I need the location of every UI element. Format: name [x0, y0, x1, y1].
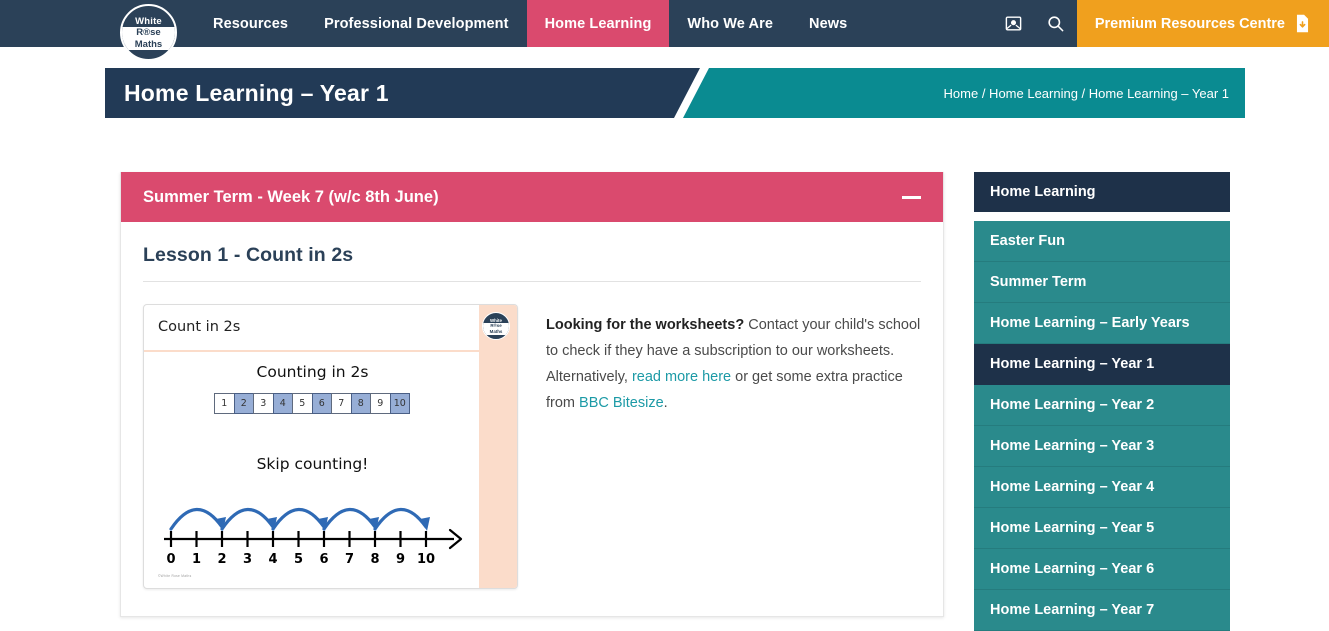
svg-text:2: 2 — [217, 552, 226, 563]
mail-icon[interactable] — [993, 0, 1035, 47]
logo-line-3: Maths — [122, 38, 175, 50]
sidebar-menu: Easter Fun Summer Term Home Learning – Ear… — [974, 221, 1230, 631]
worksheets-info-text: Looking for the worksheets? Contact your… — [546, 304, 921, 589]
sidebar: Home Learning Easter Fun Summer Term Home … — [974, 172, 1230, 631]
divider — [143, 281, 921, 282]
accordion-title: Summer Term - Week 7 (w/c 8th June) — [143, 187, 439, 206]
nav-items: Resources Professional Development Home … — [195, 0, 865, 47]
logo-line-2: R®se — [122, 26, 175, 39]
svg-text:3: 3 — [243, 552, 252, 563]
sidebar-item-home-learning-year-7[interactable]: Home Learning – Year 7 — [974, 590, 1230, 631]
premium-button-label: Premium Resources Centre — [1094, 15, 1285, 32]
slide-heading-skip-counting: Skip counting! — [256, 455, 369, 473]
nav-item-news[interactable]: News — [791, 0, 865, 47]
logo-line-1: White — [135, 15, 162, 27]
accordion-body: Lesson 1 - Count in 2s Count in 2s White… — [121, 222, 943, 589]
lesson-row: Count in 2s White R®se Maths Counting in… — [143, 304, 921, 589]
svg-text:5: 5 — [294, 552, 303, 563]
search-icon[interactable] — [1035, 0, 1077, 47]
nav-item-professional-development[interactable]: Professional Development — [306, 0, 527, 47]
sidebar-item-easter-fun[interactable]: Easter Fun — [974, 221, 1230, 262]
worksheets-text-3: . — [663, 395, 668, 411]
accordion-header[interactable]: Summer Term - Week 7 (w/c 8th June) — [121, 172, 943, 222]
minus-icon[interactable] — [902, 195, 921, 199]
nav-right-actions: Premium Resources Centre — [993, 0, 1329, 47]
sidebar-item-home-learning-year-6[interactable]: Home Learning – Year 6 — [974, 549, 1230, 590]
sidebar-item-home-learning-early-years[interactable]: Home Learning – Early Years — [974, 303, 1230, 344]
slide-title: Count in 2s — [158, 319, 241, 335]
slide-side-stripe — [479, 305, 517, 588]
sidebar-item-home-learning-year-3[interactable]: Home Learning – Year 3 — [974, 426, 1230, 467]
nav-item-who-we-are[interactable]: Who We Are — [669, 0, 791, 47]
bbc-bitesize-link[interactable]: BBC Bitesize — [579, 395, 664, 411]
svg-text:8: 8 — [370, 552, 379, 563]
sidebar-item-summer-term[interactable]: Summer Term — [974, 262, 1230, 303]
svg-text:4: 4 — [268, 552, 277, 563]
svg-text:7: 7 — [345, 552, 354, 563]
breadcrumb-container: Home / Home Learning / Home Learning – Y… — [683, 68, 1245, 118]
slide-title-rule — [144, 350, 481, 352]
number-cell: 5 — [292, 393, 313, 414]
slide-white-rose-logo: White R®se Maths — [482, 312, 510, 340]
slide-watermark: ©White Rose Maths — [158, 574, 192, 578]
svg-text:6: 6 — [319, 552, 328, 563]
svg-text:0: 0 — [166, 552, 175, 563]
page-title-container: Home Learning – Year 1 — [105, 68, 700, 118]
sidebar-item-home-learning-year-1[interactable]: Home Learning – Year 1 — [974, 344, 1230, 385]
number-line-diagram: 0 1 2 3 4 5 6 7 8 9 10 — [164, 508, 463, 563]
lesson-title: Lesson 1 - Count in 2s — [143, 244, 354, 266]
svg-text:1: 1 — [192, 552, 201, 563]
sidebar-item-home-learning-year-5[interactable]: Home Learning – Year 5 — [974, 508, 1230, 549]
worksheets-question: Looking for the worksheets? — [546, 317, 745, 333]
accordion-card: Summer Term - Week 7 (w/c 8th June) Less… — [120, 172, 944, 617]
number-cell: 1 — [214, 393, 235, 414]
sidebar-heading: Home Learning — [974, 172, 1230, 212]
number-cell: 3 — [253, 393, 274, 414]
read-more-link[interactable]: read more here — [632, 369, 731, 385]
page-banner: Home Learning – Year 1 Home / Home Learn… — [0, 68, 1329, 118]
number-cell: 10 — [389, 393, 410, 414]
number-cell: 2 — [233, 393, 254, 414]
number-cell: 7 — [331, 393, 352, 414]
lesson-video-thumbnail[interactable]: Count in 2s White R®se Maths Counting in… — [143, 304, 518, 589]
number-grid: 1 2 3 4 5 6 7 8 9 10 — [144, 393, 481, 414]
number-cell: 9 — [370, 393, 391, 414]
number-cell: 8 — [350, 393, 371, 414]
page-title: Home Learning – Year 1 — [124, 79, 389, 106]
premium-resources-centre-button[interactable]: Premium Resources Centre — [1076, 0, 1329, 47]
number-cell: 4 — [272, 393, 293, 414]
svg-text:10: 10 — [417, 552, 435, 563]
slide-heading-counting: Counting in 2s — [256, 363, 369, 381]
top-navigation-bar: Resources Professional Development Home … — [0, 0, 1329, 47]
svg-text:9: 9 — [396, 552, 405, 563]
document-download-icon — [1296, 14, 1309, 33]
number-cell: 6 — [311, 393, 332, 414]
breadcrumb[interactable]: Home / Home Learning / Home Learning – Y… — [944, 86, 1245, 101]
white-rose-maths-logo[interactable]: White R®se Maths — [120, 4, 177, 61]
nav-item-resources[interactable]: Resources — [195, 0, 306, 47]
slide-logo-line-3: Maths — [483, 329, 509, 335]
nav-item-home-learning[interactable]: Home Learning — [526, 0, 670, 47]
sidebar-item-home-learning-year-2[interactable]: Home Learning – Year 2 — [974, 385, 1230, 426]
sidebar-item-home-learning-year-4[interactable]: Home Learning – Year 4 — [974, 467, 1230, 508]
main-content: Summer Term - Week 7 (w/c 8th June) Less… — [0, 172, 1329, 631]
